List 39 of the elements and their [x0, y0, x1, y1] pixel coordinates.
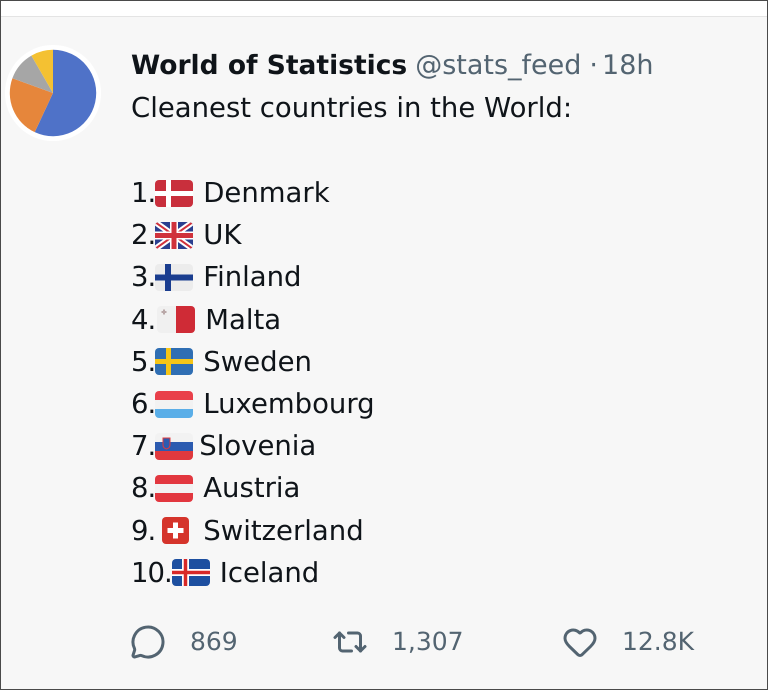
sweden-flag-icon [155, 348, 194, 376]
luxembourg-flag-icon [155, 390, 194, 418]
iceland-flag-icon [172, 559, 210, 586]
list-number: 9. [131, 514, 156, 547]
pie-chart-avatar-icon [5, 45, 101, 141]
country-name: Denmark [203, 177, 330, 210]
country-name: Slovenia [199, 430, 316, 462]
country-name: Luxembourg [203, 388, 375, 420]
country-name: Austria [203, 472, 300, 504]
list-number: 10. [131, 556, 172, 589]
country-name: Sweden [203, 346, 312, 378]
austria-flag-icon [155, 474, 194, 502]
time-separator: · [589, 50, 598, 80]
reply-icon [130, 624, 166, 660]
country-name: Iceland [220, 556, 320, 589]
list-number: 8. [131, 472, 156, 504]
country-name: Finland [203, 261, 302, 294]
like-button[interactable]: 12.8K [562, 622, 694, 662]
list-number: 5. [131, 346, 156, 378]
malta-flag-icon [157, 306, 196, 334]
uk-flag-icon [155, 222, 194, 249]
repost-button[interactable]: 1,307 [332, 622, 464, 662]
post-text: Cleanest countries in the World: [131, 91, 574, 126]
post-time[interactable]: 18h [602, 50, 654, 80]
country-name: Malta [205, 304, 282, 336]
country-name: Switzerland [203, 514, 364, 547]
list-number: 6. [131, 388, 156, 420]
author-handle[interactable]: @stats_feed [415, 50, 582, 80]
list-number: 2. [131, 219, 156, 252]
list-number: 3. [131, 261, 156, 294]
list-number: 1. [131, 177, 156, 210]
author-name[interactable]: World of Statistics [131, 50, 408, 80]
list-number: 7. [131, 430, 156, 462]
reply-button[interactable]: 869 [130, 622, 238, 662]
switzerland-flag-icon [162, 517, 190, 544]
country-name: UK [203, 219, 242, 252]
denmark-flag-icon [155, 180, 194, 207]
finland-flag-icon [155, 264, 194, 291]
list-number: 4. [131, 304, 156, 336]
